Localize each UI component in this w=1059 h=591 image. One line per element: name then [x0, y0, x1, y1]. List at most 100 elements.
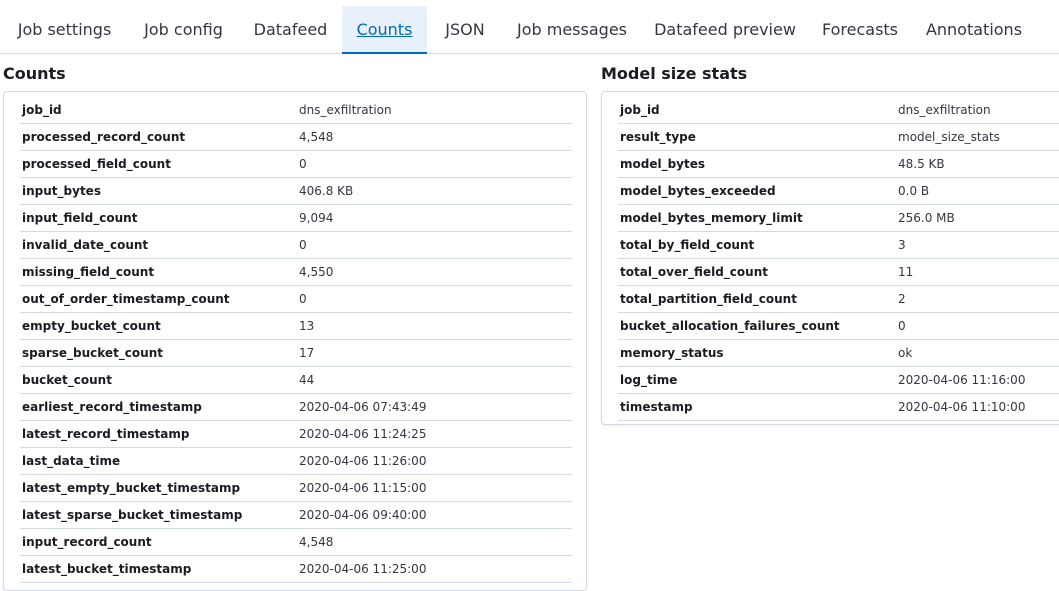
row-key: total_partition_field_count [620, 292, 797, 306]
row-value: 0 [299, 157, 307, 171]
table-row: latest_empty_bucket_timestamp 2020-04-06 … [20, 475, 572, 502]
row-value: ok [898, 346, 913, 360]
row-key: log_time [620, 373, 678, 387]
row-value: 11 [898, 265, 914, 279]
row-key: memory_status [620, 346, 724, 360]
row-value: 9,094 [299, 211, 334, 225]
row-value: 2020-04-06 11:15:00 [299, 481, 427, 495]
row-key: sparse_bucket_count [22, 346, 163, 360]
row-value: 2020-04-06 11:26:00 [299, 454, 427, 468]
table-row: bucket_allocation_failures_count 0 [618, 313, 1059, 340]
tab-datafeed[interactable]: Datafeed [240, 6, 341, 54]
row-value: 2020-04-06 11:10:00 [898, 400, 1026, 414]
tab-label: JSON [445, 20, 485, 39]
row-value: dns_exfiltration [299, 103, 392, 117]
table-row: latest_bucket_timestamp 2020-04-06 11:25:… [20, 556, 572, 583]
row-key: missing_field_count [22, 265, 155, 279]
row-value: dns_exfiltration [898, 103, 991, 117]
row-key: model_bytes [620, 157, 706, 171]
row-key: processed_record_count [22, 130, 186, 144]
row-value: 2020-04-06 07:43:49 [299, 400, 427, 414]
row-key: empty_bucket_count [22, 319, 161, 333]
table-row: model_bytes_memory_limit 256.0 MB [618, 205, 1059, 232]
row-value: 2020-04-06 09:40:00 [299, 508, 427, 522]
table-row: bucket_count 44 [20, 367, 572, 394]
table-row: result_type model_size_stats [618, 124, 1059, 151]
row-value: 2020-04-06 11:25:00 [299, 562, 427, 576]
tab-job-messages[interactable]: Job messages [502, 6, 642, 54]
row-value: 4,548 [299, 130, 334, 144]
table-row: missing_field_count 4,550 [20, 259, 572, 286]
table-row: last_data_time 2020-04-06 11:26:00 [20, 448, 572, 475]
row-key: job_id [22, 103, 62, 117]
row-value: 0.0 B [898, 184, 930, 198]
table-row: total_over_field_count 11 [618, 259, 1059, 286]
row-value: 44 [299, 373, 315, 387]
tab-job-config[interactable]: Job config [127, 6, 240, 54]
tab-annotations[interactable]: Annotations [912, 6, 1036, 54]
tab-datafeed-preview[interactable]: Datafeed preview [642, 6, 808, 54]
tab-counts[interactable]: Counts [342, 6, 427, 54]
tab-label: Counts [356, 20, 413, 39]
row-value: 406.8 KB [299, 184, 354, 198]
tab-label: Datafeed preview [654, 20, 796, 39]
model-size-stats-panel: job_id dns_exfiltration result_type model_… [601, 91, 1059, 425]
row-value: 0 [299, 292, 307, 306]
table-row: input_bytes 406.8 KB [20, 178, 572, 205]
table-row: model_bytes_exceeded 0.0 B [618, 178, 1059, 205]
table-row: input_field_count 9,094 [20, 205, 572, 232]
tab-json[interactable]: JSON [428, 6, 502, 54]
row-value: 2020-04-06 11:16:00 [898, 373, 1026, 387]
table-row: model_bytes 48.5 KB [618, 151, 1059, 178]
model-size-stats-title: Model size stats [601, 64, 748, 83]
row-value: 0 [898, 319, 906, 333]
tab-forecasts[interactable]: Forecasts [808, 6, 912, 54]
table-row: latest_record_timestamp 2020-04-06 11:24:… [20, 421, 572, 448]
row-value: 4,548 [299, 535, 334, 549]
counts-panel: job_id dns_exfiltration processed_record_… [3, 91, 587, 591]
row-key: latest_bucket_timestamp [22, 562, 192, 576]
tab-label: Job messages [517, 20, 627, 39]
table-row: out_of_order_timestamp_count 0 [20, 286, 572, 313]
table-row: total_partition_field_count 2 [618, 286, 1059, 313]
row-key: bucket_count [22, 373, 112, 387]
table-row: input_record_count 4,548 [20, 529, 572, 556]
row-value: 48.5 KB [898, 157, 945, 171]
table-row: processed_field_count 0 [20, 151, 572, 178]
tab-label: Datafeed [253, 20, 328, 39]
table-row: job_id dns_exfiltration [618, 97, 1059, 124]
row-key: input_field_count [22, 211, 138, 225]
row-key: model_bytes_memory_limit [620, 211, 803, 225]
row-key: input_record_count [22, 535, 152, 549]
row-value: 2 [898, 292, 906, 306]
tab-job-settings[interactable]: Job settings [2, 6, 127, 54]
tab-label: Annotations [925, 20, 1023, 39]
row-key: latest_sparse_bucket_timestamp [22, 508, 243, 522]
table-row: memory_status ok [618, 340, 1059, 367]
tab-label: Forecasts [821, 20, 899, 39]
row-value: 256.0 MB [898, 211, 955, 225]
model-size-stats-table: job_id dns_exfiltration result_type model_… [618, 97, 1059, 421]
row-key: latest_empty_bucket_timestamp [22, 481, 241, 495]
row-value: 17 [299, 346, 315, 360]
row-key: last_data_time [22, 454, 121, 468]
table-row: sparse_bucket_count 17 [20, 340, 572, 367]
row-key: earliest_record_timestamp [22, 400, 202, 414]
tab-bar: Job settings Job config Datafeed Counts … [0, 0, 1059, 54]
row-value: 2020-04-06 11:24:25 [299, 427, 427, 441]
row-value: 13 [299, 319, 315, 333]
table-row: empty_bucket_count 13 [20, 313, 572, 340]
row-key: input_bytes [22, 184, 101, 198]
tab-label: Job settings [17, 20, 112, 39]
table-row: invalid_date_count 0 [20, 232, 572, 259]
row-key: bucket_allocation_failures_count [620, 319, 840, 333]
row-key: total_by_field_count [620, 238, 755, 252]
table-row: total_by_field_count 3 [618, 232, 1059, 259]
counts-title: Counts [3, 64, 66, 83]
row-value: model_size_stats [898, 130, 1000, 144]
row-key: timestamp [620, 400, 693, 414]
tab-label: Job config [144, 20, 223, 39]
table-row: latest_sparse_bucket_timestamp 2020-04-06… [20, 502, 572, 529]
table-row: job_id dns_exfiltration [20, 97, 572, 124]
row-key: total_over_field_count [620, 265, 768, 279]
